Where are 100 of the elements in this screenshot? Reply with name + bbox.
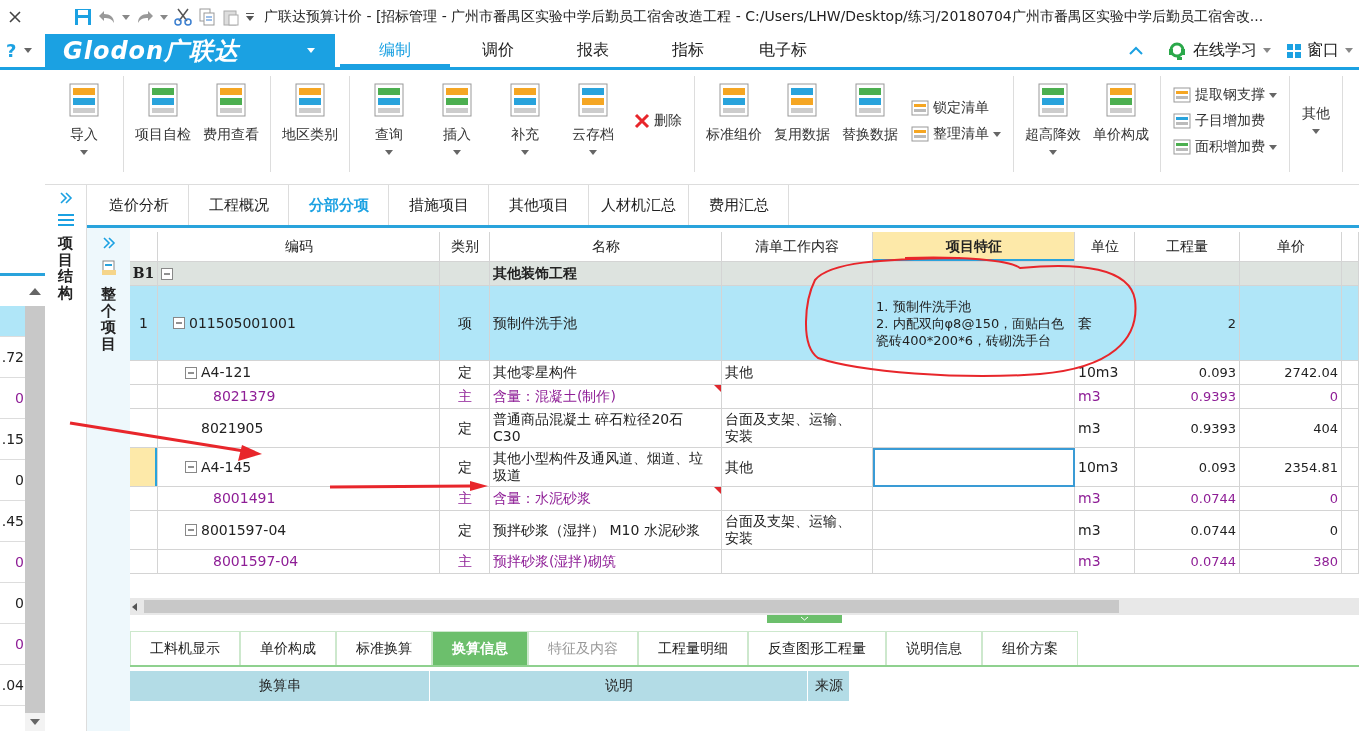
clipboard-icon[interactable]: [222, 8, 240, 26]
detail-tab[interactable]: 工程量明细: [638, 631, 748, 665]
column-header[interactable]: 类别: [440, 232, 490, 262]
ribbon-button[interactable]: 超高降效: [1020, 76, 1086, 162]
ribbon-tab[interactable]: 调价: [450, 34, 545, 67]
ribbon-button[interactable]: 提取钢支撑: [1171, 84, 1279, 106]
cross-icon: [634, 113, 650, 129]
table-cell: 0.093: [1135, 361, 1240, 385]
column-header[interactable]: 单位: [1075, 232, 1135, 262]
table-cell: 主: [440, 550, 490, 574]
table-cell: [1342, 550, 1359, 574]
collapse-icon[interactable]: [185, 461, 197, 473]
caret-icon: [1049, 150, 1057, 155]
ribbon-button[interactable]: 其他: [1296, 76, 1336, 162]
ribbon-button[interactable]: 单价构成: [1088, 76, 1154, 162]
ribbon-tab[interactable]: 电子标: [735, 34, 830, 67]
ribbon-button[interactable]: 插入: [424, 76, 490, 162]
undo-icon[interactable]: [98, 9, 116, 25]
ribbon-button[interactable]: 项目自检: [130, 76, 196, 162]
detail-tab[interactable]: 标准换算: [336, 631, 432, 665]
ribbon-button[interactable]: 面积增加费: [1171, 136, 1279, 158]
redo-icon[interactable]: [136, 9, 154, 25]
ribbon-button[interactable]: 复用数据: [769, 76, 835, 162]
expand-panel-icon[interactable]: [101, 236, 116, 250]
delete-button[interactable]: 删除: [632, 110, 684, 132]
column-header[interactable]: 说明: [430, 671, 808, 701]
side-panel-label[interactable]: 项目结构: [58, 235, 73, 301]
row-header[interactable]: B1: [130, 262, 158, 286]
detail-tab[interactable]: 说明信息: [886, 631, 982, 665]
ribbon-button[interactable]: 费用查看: [198, 76, 264, 162]
table-cell[interactable]: 1. 预制件洗手池 2. 内配双向φ8@150，面贴白色瓷砖400*200*6，砖砌洗手台: [873, 286, 1075, 361]
corner-cell[interactable]: [130, 232, 158, 262]
expand-panel-icon[interactable]: [58, 191, 73, 205]
table-cell: 台面及支架、运输、安装: [722, 409, 873, 448]
caret-icon: [1263, 48, 1271, 53]
ribbon-tab[interactable]: 报表: [545, 34, 640, 67]
scroll-up-icon[interactable]: [29, 287, 41, 295]
collapse-icon[interactable]: [185, 366, 197, 379]
copy-icon[interactable]: [198, 8, 216, 26]
table-cell[interactable]: [873, 487, 1075, 511]
collapse-icon[interactable]: [185, 524, 197, 536]
detail-tab[interactable]: 反查图形工程量: [748, 631, 886, 665]
ribbon-button[interactable]: 子目增加费: [1171, 110, 1279, 132]
table-cell: 其他: [722, 361, 873, 385]
code-text: 8021905: [201, 419, 264, 437]
name-text: 含量：混凝土(制作): [493, 388, 616, 405]
ribbon-button[interactable]: 标准组价: [701, 76, 767, 162]
ribbon-button[interactable]: 导入: [51, 76, 117, 162]
table-cell[interactable]: [873, 385, 1075, 409]
horizontal-scrollbar[interactable]: [130, 598, 1359, 615]
collapse-icon[interactable]: [161, 267, 173, 280]
windows-icon: [1287, 43, 1301, 58]
save-icon[interactable]: [74, 8, 92, 26]
scrollbar[interactable]: [25, 276, 45, 731]
ribbon-button[interactable]: 查询: [356, 76, 422, 162]
scissors-icon[interactable]: [174, 8, 192, 26]
table-cell[interactable]: [873, 262, 1075, 286]
column-header[interactable]: 编码: [158, 232, 440, 262]
column-header[interactable]: 名称: [490, 232, 722, 262]
ribbon-tab[interactable]: 指标: [640, 34, 735, 67]
table-cell[interactable]: [873, 409, 1075, 448]
ribbon-button[interactable]: 地区类别: [277, 76, 343, 162]
collapse-ribbon-icon[interactable]: [1129, 46, 1143, 55]
column-header[interactable]: 工程量: [1135, 232, 1240, 262]
ribbon-button[interactable]: 锁定清单: [909, 97, 1003, 119]
code-text: 8001491: [213, 490, 276, 507]
ribbon-button[interactable]: 云存档: [560, 76, 626, 162]
table-cell[interactable]: [873, 361, 1075, 385]
table-cell: 定: [440, 361, 490, 385]
detail-tab[interactable]: 工料机显示: [130, 631, 240, 665]
row-header[interactable]: [130, 448, 158, 487]
table-cell[interactable]: [873, 448, 1075, 487]
table-cell: 其他装饰工程: [490, 262, 722, 286]
column-header[interactable]: 来源: [808, 671, 850, 701]
window-menu[interactable]: 窗口: [1307, 40, 1339, 61]
detail-tab[interactable]: 单价构成: [240, 631, 336, 665]
caret-icon: [521, 150, 529, 155]
table-cell[interactable]: [873, 511, 1075, 550]
menu-icon[interactable]: [57, 213, 74, 227]
table-cell[interactable]: [873, 550, 1075, 574]
customize-icon[interactable]: [246, 13, 254, 21]
splitter-handle[interactable]: [767, 615, 842, 623]
column-header[interactable]: 项目特征: [873, 232, 1075, 262]
column-header[interactable]: 换算串: [130, 671, 430, 701]
tree-root-label[interactable]: 整个项目: [101, 286, 116, 352]
collapse-icon[interactable]: [173, 317, 185, 329]
ribbon-button[interactable]: 替换数据: [837, 76, 903, 162]
ribbon-button[interactable]: 补充: [492, 76, 558, 162]
table-cell: [1342, 409, 1359, 448]
detail-tab[interactable]: 组价方案: [982, 631, 1078, 665]
code-text: 011505001001: [189, 314, 296, 332]
caret-icon: [1269, 92, 1277, 98]
column-header[interactable]: 清单工作内容: [722, 232, 873, 262]
scroll-down-icon[interactable]: [30, 719, 40, 725]
table-cell: 10m3: [1075, 361, 1135, 385]
ribbon-button[interactable]: 整理清单: [909, 123, 1003, 145]
close-icon[interactable]: [8, 10, 22, 24]
online-learning-link[interactable]: 在线学习: [1193, 40, 1257, 61]
column-header[interactable]: 单价: [1240, 232, 1342, 262]
row-header[interactable]: 1: [130, 286, 158, 361]
